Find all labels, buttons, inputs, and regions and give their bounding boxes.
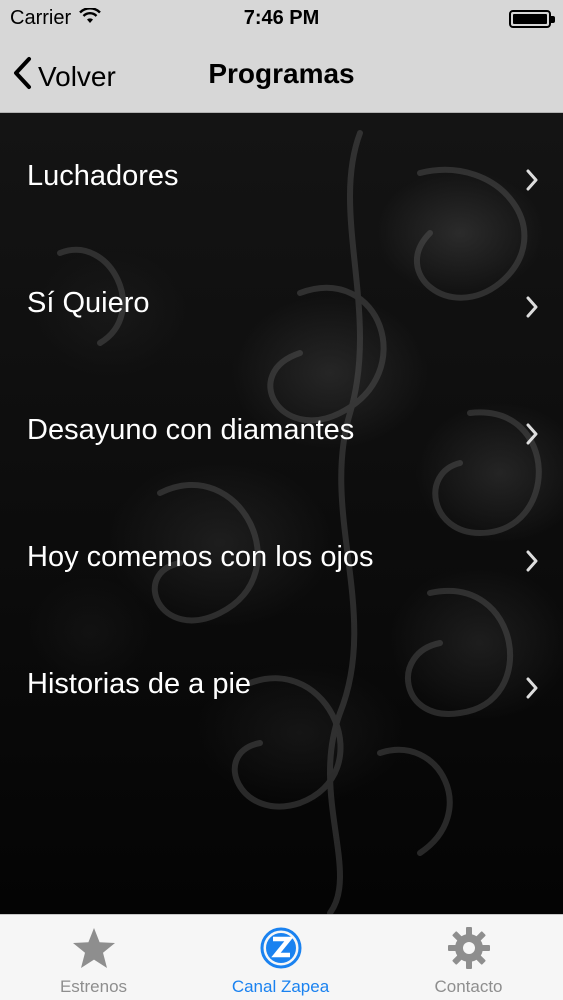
chevron-right-icon — [525, 547, 539, 580]
tab-estrenos[interactable]: Estrenos — [0, 915, 187, 1000]
list-item-label: Historias de a pie — [27, 668, 252, 700]
list-item-label: Hoy comemos con los ojos — [27, 541, 374, 573]
status-bar: Carrier 7:46 PM — [0, 0, 563, 38]
tab-label: Canal Zapea — [231, 977, 330, 996]
tab-label: Estrenos — [59, 977, 128, 996]
tab-label: Contacto — [434, 977, 503, 996]
status-time: 7:46 PM — [243, 7, 320, 29]
chevron-right-icon — [525, 166, 539, 199]
program-list: Luchadores Sí Quiero Desayuno con diaman… — [0, 113, 563, 748]
tab-canal-zapea[interactable]: Canal Zapea — [187, 915, 374, 1000]
gear-icon — [447, 925, 491, 971]
battery-icon — [509, 10, 555, 28]
navigation-bar: Volver Programas — [0, 38, 563, 113]
zapea-logo-icon — [259, 925, 303, 971]
tab-bar: Estrenos Canal Zapea Contacto — [0, 914, 563, 1000]
list-item-label: Luchadores — [27, 160, 179, 192]
list-item-hoy-comemos-con-los-ojos[interactable]: Hoy comemos con los ojos — [0, 494, 563, 621]
chevron-right-icon — [525, 420, 539, 453]
star-icon — [71, 925, 117, 971]
list-item-historias-de-a-pie[interactable]: Historias de a pie — [0, 621, 563, 748]
program-list-container: Luchadores Sí Quiero Desayuno con diaman… — [0, 113, 563, 914]
chevron-right-icon — [525, 293, 539, 326]
list-item-luchadores[interactable]: Luchadores — [0, 113, 563, 240]
list-item-label: Desayuno con diamantes — [27, 414, 355, 446]
page-title: Programas — [208, 58, 355, 89]
tab-contacto[interactable]: Contacto — [375, 915, 562, 1000]
list-item-desayuno-con-diamantes[interactable]: Desayuno con diamantes — [0, 367, 563, 494]
list-item-label: Sí Quiero — [27, 287, 150, 319]
chevron-right-icon — [525, 674, 539, 707]
list-item-si-quiero[interactable]: Sí Quiero — [0, 240, 563, 367]
